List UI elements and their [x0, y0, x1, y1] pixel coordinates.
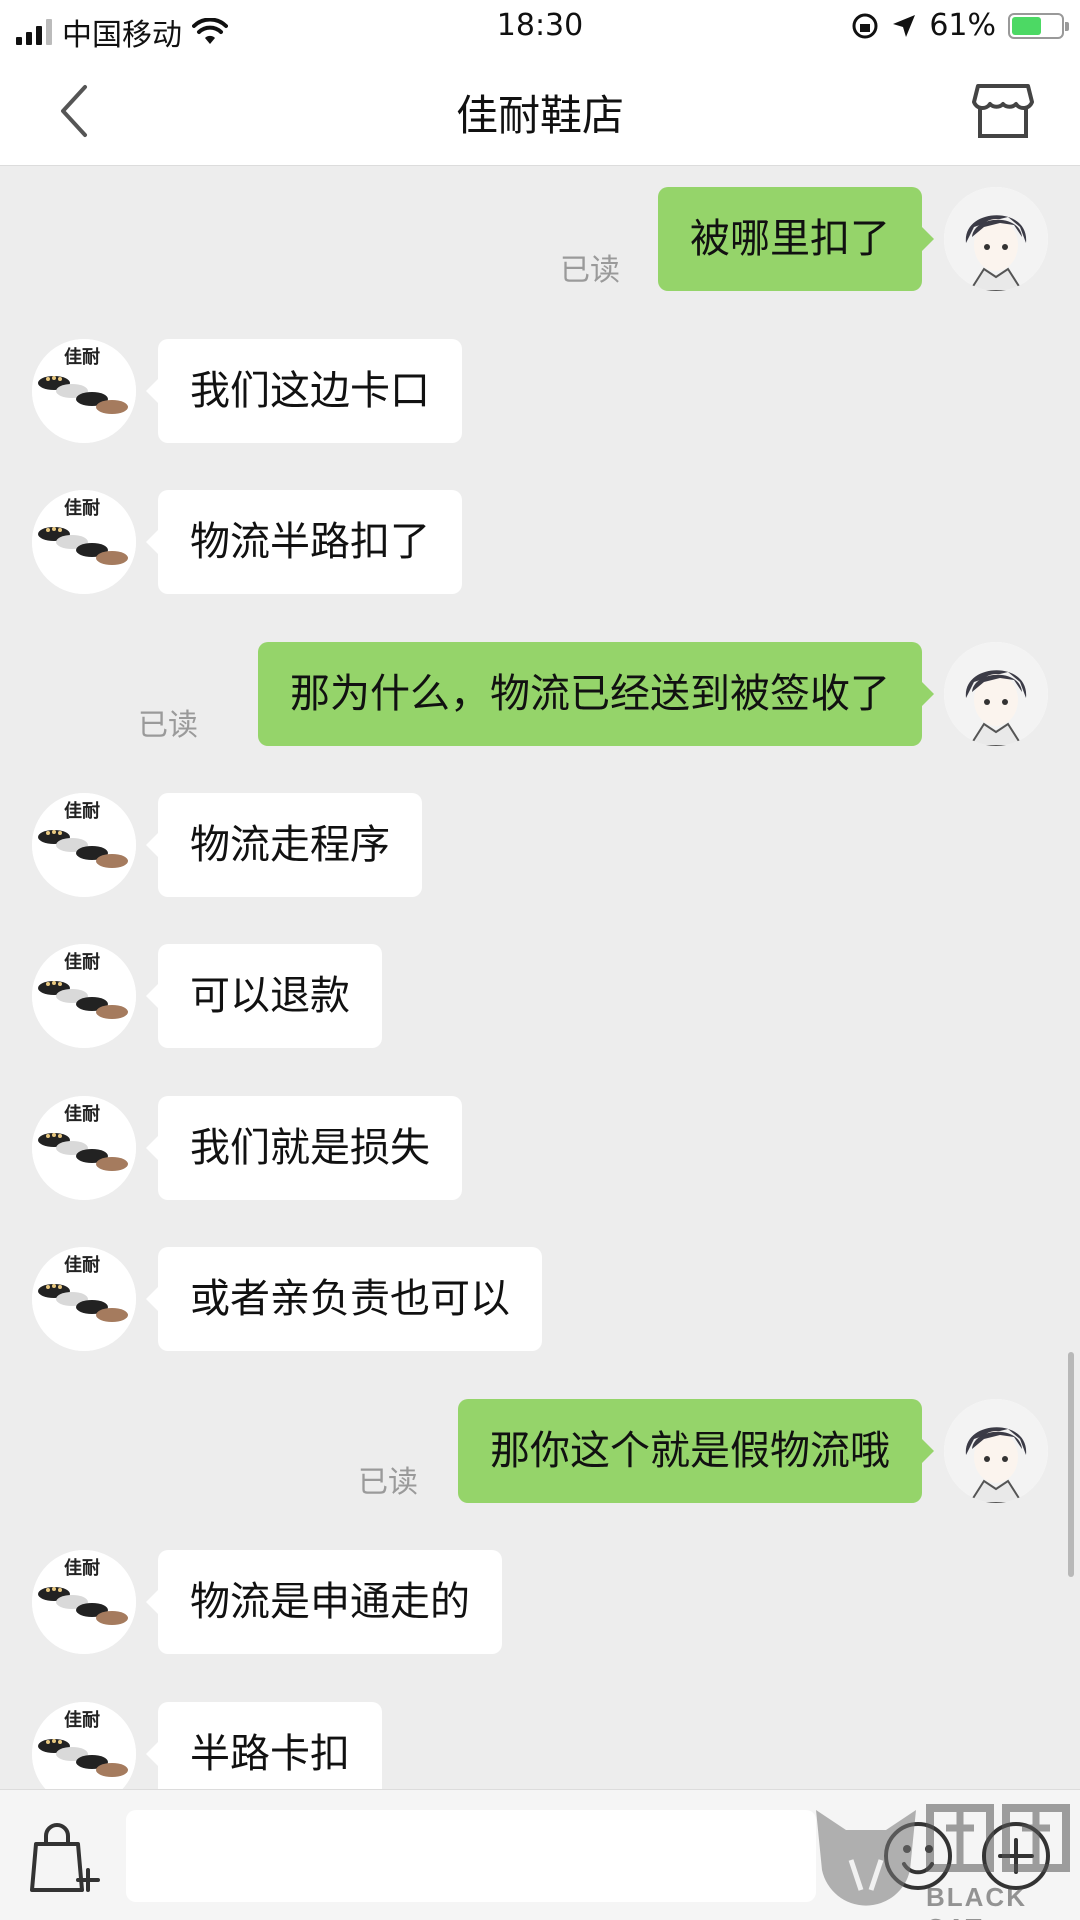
- svg-text:佳耐: 佳耐: [64, 1709, 100, 1731]
- user-avatar[interactable]: [944, 1399, 1048, 1503]
- message-row: 佳耐 物流走程序: [0, 793, 1080, 897]
- shop-avatar[interactable]: 佳耐: [32, 339, 136, 443]
- message-bubble[interactable]: 被哪里扣了: [658, 187, 934, 291]
- battery-icon: [1008, 12, 1069, 39]
- message-bubble[interactable]: 我们这边卡口: [146, 339, 462, 443]
- user-avatar[interactable]: [944, 187, 1048, 291]
- message-row: 已读 被哪里扣了: [0, 187, 1080, 291]
- message-bubble[interactable]: 物流走程序: [146, 793, 422, 897]
- message-row: 已读 那为什么，物流已经送到被签收了: [0, 642, 1080, 746]
- status-bar: 中国移动 18:30 61%: [0, 0, 1080, 56]
- message-bubble[interactable]: 那为什么，物流已经送到被签收了: [258, 642, 934, 746]
- message-bubble[interactable]: 或者亲负责也可以: [146, 1247, 542, 1351]
- shop-avatar[interactable]: 佳耐: [32, 490, 136, 594]
- message-row: 佳耐 物流是申通走的: [0, 1550, 1080, 1654]
- svg-text:佳耐: 佳耐: [64, 800, 100, 822]
- svg-text:佳耐: 佳耐: [64, 497, 100, 519]
- watermark-glyphs: [926, 1804, 1070, 1872]
- message-row: 佳耐 可以退款: [0, 944, 1080, 1048]
- message-row: 佳耐 我们这边卡口: [0, 339, 1080, 443]
- shop-button[interactable]: [970, 78, 1036, 144]
- message-bubble[interactable]: 我们就是损失: [146, 1096, 462, 1200]
- message-row: 佳耐 半路卡扣: [0, 1702, 1080, 1789]
- shopping-bag-add-icon: [30, 1823, 100, 1892]
- svg-text:佳耐: 佳耐: [64, 1557, 100, 1579]
- nav-bar: 佳耐鞋店: [0, 56, 1080, 166]
- message-row: 已读 那你这个就是假物流哦: [0, 1399, 1080, 1503]
- location-arrow-icon: [893, 14, 916, 37]
- svg-text:佳耐: 佳耐: [64, 346, 100, 368]
- shop-avatar[interactable]: 佳耐: [32, 1247, 136, 1351]
- message-input[interactable]: [126, 1810, 816, 1902]
- store-icon: [972, 84, 1034, 138]
- message-bubble[interactable]: 可以退款: [146, 944, 382, 1048]
- battery-percent: 61%: [929, 8, 996, 43]
- user-avatar[interactable]: [944, 642, 1048, 746]
- message-bubble[interactable]: 半路卡扣: [146, 1702, 382, 1789]
- message-row: 佳耐 物流半路扣了: [0, 490, 1080, 594]
- read-receipt: 已读: [138, 708, 198, 743]
- scrollbar[interactable]: [1068, 1352, 1074, 1577]
- shop-avatar[interactable]: 佳耐: [32, 1550, 136, 1654]
- black-cat-watermark: BLACK CAT: [806, 1800, 1080, 1920]
- orientation-lock-icon: [852, 13, 878, 38]
- svg-text:佳耐: 佳耐: [64, 1103, 100, 1125]
- shop-avatar[interactable]: 佳耐: [32, 944, 136, 1048]
- read-receipt: 已读: [358, 1465, 418, 1500]
- shop-avatar[interactable]: 佳耐: [32, 1702, 136, 1789]
- message-bubble[interactable]: 那你这个就是假物流哦: [458, 1399, 934, 1503]
- watermark-text: BLACK CAT: [926, 1882, 1027, 1920]
- read-receipt: 已读: [560, 253, 620, 288]
- status-right: 61%: [851, 8, 1069, 43]
- svg-text:佳耐: 佳耐: [64, 951, 100, 973]
- cat-logo-icon: [816, 1810, 916, 1906]
- message-bubble[interactable]: 物流半路扣了: [146, 490, 462, 594]
- message-bubble[interactable]: 物流是申通走的: [146, 1550, 502, 1654]
- page-title: 佳耐鞋店: [455, 91, 624, 140]
- shop-avatar[interactable]: 佳耐: [32, 1096, 136, 1200]
- message-row: 佳耐 或者亲负责也可以: [0, 1247, 1080, 1351]
- order-bag-button[interactable]: [26, 1820, 102, 1896]
- chat-list[interactable]: 已读 被哪里扣了 佳耐 我们这边卡口 佳耐 物流半路扣了 已读 那为什么，物流已…: [0, 167, 1080, 1789]
- svg-text:佳耐: 佳耐: [64, 1254, 100, 1276]
- shop-avatar[interactable]: 佳耐: [32, 793, 136, 897]
- message-row: 佳耐 我们就是损失: [0, 1096, 1080, 1200]
